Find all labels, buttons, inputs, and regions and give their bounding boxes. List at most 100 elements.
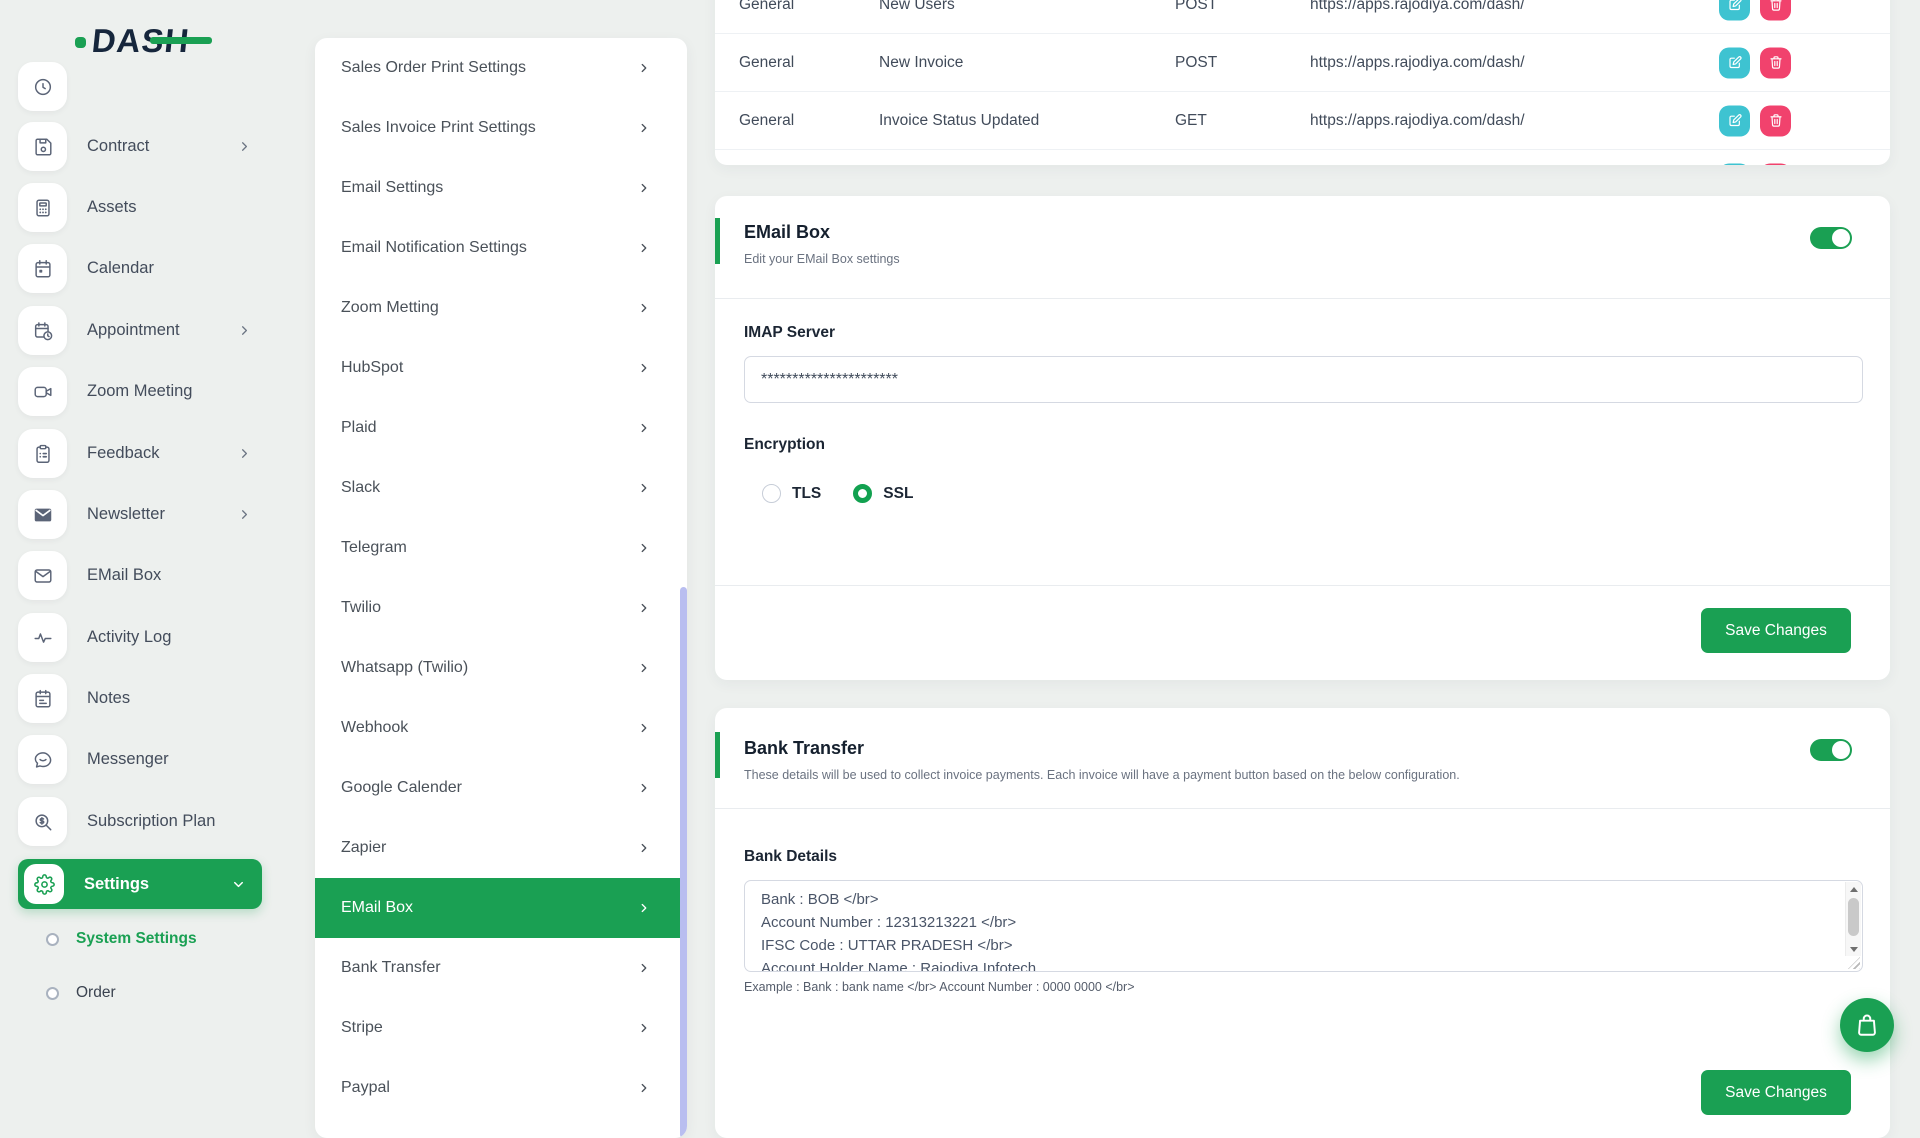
- sidebar-item-notes[interactable]: Notes: [18, 674, 252, 723]
- submenu-item-webhook[interactable]: Webhook: [315, 698, 687, 758]
- imap-server-label: IMAP Server: [744, 324, 835, 342]
- sub-link-label: System Settings: [76, 930, 197, 948]
- resize-grip-icon[interactable]: [1848, 957, 1860, 969]
- sidebar-item-newsletter[interactable]: Newsletter: [18, 490, 252, 539]
- delete-button[interactable]: [1760, 105, 1791, 136]
- save-changes-button-partial[interactable]: Save Changes: [1701, 1070, 1851, 1115]
- bank-transfer-toggle[interactable]: [1810, 739, 1852, 761]
- submenu-item-telegram[interactable]: Telegram: [315, 518, 687, 578]
- row-actions: [1719, 47, 1791, 78]
- sidebar-item-messenger[interactable]: Messenger: [18, 735, 252, 784]
- submenu-item-hubspot[interactable]: HubSpot: [315, 338, 687, 398]
- url-cell: https://apps.rajodiya.com/dash/: [1310, 0, 1525, 14]
- submenu-item-bank-transfer[interactable]: Bank Transfer: [315, 938, 687, 998]
- edit-button[interactable]: [1719, 0, 1750, 20]
- sidebar-item-label: Calendar: [87, 259, 154, 278]
- chevron-right-icon: [637, 481, 651, 495]
- envelope-icon: [18, 551, 67, 600]
- imap-server-input[interactable]: [744, 356, 1863, 403]
- shopping-bag-fab[interactable]: [1840, 998, 1894, 1052]
- chevron-right-icon: [237, 139, 252, 154]
- event-cell: New Users: [879, 0, 955, 14]
- card-title: EMail Box: [744, 222, 830, 243]
- email-box-toggle[interactable]: [1810, 227, 1852, 249]
- ssl-radio[interactable]: [853, 484, 872, 503]
- edit-button[interactable]: [1719, 163, 1750, 165]
- sidebar-item-label: Appointment: [87, 321, 180, 340]
- calendar-clock-icon: [18, 306, 67, 355]
- sidebar-item-settings[interactable]: Settings: [18, 859, 262, 909]
- bank-details-label: Bank Details: [744, 848, 837, 866]
- chevron-right-icon: [637, 241, 651, 255]
- edit-button[interactable]: [1719, 47, 1750, 78]
- submenu-item-email-box[interactable]: EMail Box: [315, 878, 687, 938]
- sidebar-item-email-box[interactable]: EMail Box: [18, 551, 252, 600]
- method-cell: GET: [1175, 112, 1207, 130]
- sub-link-label: Order: [76, 984, 116, 1002]
- chevron-right-icon: [237, 446, 252, 461]
- submenu-item-sales-invoice-print-settings[interactable]: Sales Invoice Print Settings: [315, 98, 687, 158]
- table-row: General Invoice Status Updated GET https…: [715, 91, 1890, 149]
- submenu-item-slack[interactable]: Slack: [315, 458, 687, 518]
- sidebar-item-calendar[interactable]: Calendar: [18, 244, 252, 293]
- sidebar-item-zoom-meeting[interactable]: Zoom Meeting: [18, 367, 252, 416]
- delete-button[interactable]: [1760, 47, 1791, 78]
- chevron-right-icon: [637, 901, 651, 915]
- chevron-right-icon: [637, 421, 651, 435]
- sidebar-subitem-order[interactable]: Order: [46, 984, 116, 1002]
- card-subtitle: Edit your EMail Box settings: [744, 252, 900, 266]
- chevron-right-icon: [637, 301, 651, 315]
- chevron-right-icon: [237, 323, 252, 338]
- submenu-item-email-settings[interactable]: Email Settings: [315, 158, 687, 218]
- scroll-down-icon[interactable]: [1846, 942, 1861, 956]
- save-changes-button[interactable]: Save Changes: [1701, 608, 1851, 653]
- sidebar-item-activity-log[interactable]: Activity Log: [18, 613, 252, 662]
- submenu-item-whatsapp-twilio[interactable]: Whatsapp (Twilio): [315, 638, 687, 698]
- bank-details-helper: Example : Bank : bank name </br> Account…: [744, 980, 1135, 994]
- divider: [715, 585, 1890, 586]
- sidebar-item-label: Activity Log: [87, 628, 171, 647]
- submenu-item-plaid[interactable]: Plaid: [315, 398, 687, 458]
- submenu-item-stripe[interactable]: Stripe: [315, 998, 687, 1058]
- submenu-item-google-calender[interactable]: Google Calender: [315, 758, 687, 818]
- sidebar-subitem-system-settings[interactable]: System Settings: [46, 930, 197, 948]
- shopping-bag-icon: [1854, 1012, 1880, 1038]
- floppy-disk-icon: [18, 122, 67, 171]
- url-cell: https://apps.rajodiya.com/dash/: [1310, 54, 1525, 72]
- submenu-item-zoom-metting[interactable]: Zoom Metting: [315, 278, 687, 338]
- sidebar-item-contract[interactable]: Contract: [18, 122, 252, 171]
- submenu-scrollbar[interactable]: [680, 587, 687, 1138]
- tls-radio[interactable]: [762, 484, 781, 503]
- sidebar-item-assets[interactable]: Assets: [18, 183, 252, 232]
- scroll-up-icon[interactable]: [1846, 882, 1861, 896]
- card-subtitle: These details will be used to collect in…: [744, 768, 1460, 782]
- sidebar-item-subscription-plan[interactable]: Subscription Plan: [18, 797, 252, 846]
- chevron-right-icon: [637, 181, 651, 195]
- submenu-item-twilio[interactable]: Twilio: [315, 578, 687, 638]
- sidebar-item-label: Subscription Plan: [87, 812, 215, 831]
- encryption-options: TLS SSL: [762, 484, 913, 503]
- delete-button[interactable]: [1760, 0, 1791, 20]
- brand-logo[interactable]: DASH: [92, 22, 190, 60]
- divider: [715, 298, 1890, 299]
- textarea-scrollbar[interactable]: [1845, 882, 1861, 956]
- submenu-item-email-notification-settings[interactable]: Email Notification Settings: [315, 218, 687, 278]
- row-actions: [1719, 163, 1791, 165]
- submenu-item-paypal[interactable]: Paypal: [315, 1058, 687, 1118]
- module-cell: General: [739, 112, 794, 130]
- clock-icon[interactable]: [18, 62, 67, 111]
- delete-button[interactable]: [1760, 163, 1791, 165]
- edit-button[interactable]: [1719, 105, 1750, 136]
- chevron-right-icon: [637, 121, 651, 135]
- envelope-filled-icon: [18, 490, 67, 539]
- search-dollar-icon: [18, 797, 67, 846]
- sidebar-item-appointment[interactable]: Appointment: [18, 306, 252, 355]
- submenu-item-zapier[interactable]: Zapier: [315, 818, 687, 878]
- chevron-down-icon: [231, 877, 246, 892]
- chevron-right-icon: [637, 601, 651, 615]
- scrollbar-thumb[interactable]: [1848, 898, 1859, 936]
- sidebar-item-feedback[interactable]: Feedback: [18, 429, 252, 478]
- submenu-item-sales-order-print-settings[interactable]: Sales Order Print Settings: [315, 38, 687, 98]
- bank-details-textarea[interactable]: Bank : BOB </br> Account Number : 123132…: [744, 880, 1863, 972]
- chevron-right-icon: [637, 721, 651, 735]
